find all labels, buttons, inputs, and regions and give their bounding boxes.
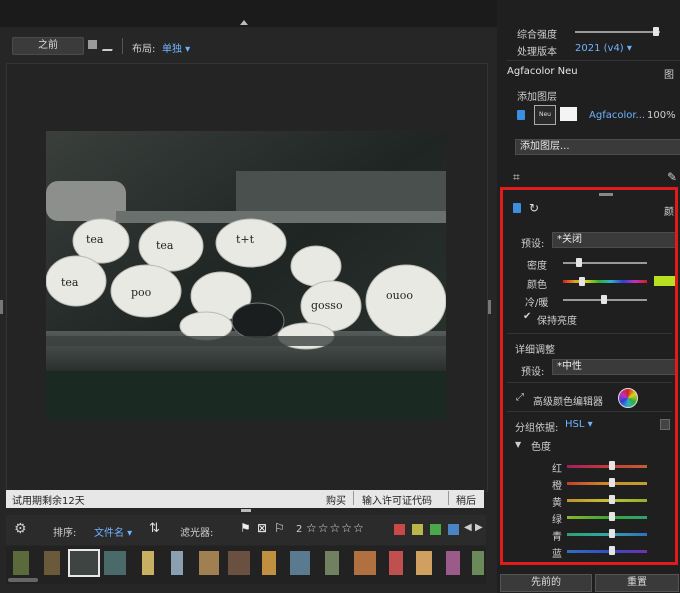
color-tag-green[interactable] [430,524,441,535]
highlight-annotation [500,187,678,565]
filmstrip-thumb[interactable] [142,551,154,575]
left-edge-handle[interactable] [0,300,3,314]
color-tag-red[interactable] [394,524,405,535]
svg-text:tea: tea [61,276,79,289]
previous-button[interactable]: 先前的 [500,574,592,592]
erase-icon[interactable] [101,40,117,51]
svg-text:ouoo: ouoo [386,289,413,302]
process-version-select[interactable]: 2021 (v4) ▾ [575,43,632,54]
overall-strength-knob[interactable] [653,27,659,36]
filmstrip-thumb-selected[interactable] [68,549,100,577]
viewer-toolbar: 之前 布局: 单独 ▾ [6,35,486,57]
crop-icon[interactable]: ⌗ [513,170,520,185]
rating-count: 2 [296,524,303,535]
photo-image: tea tea t+t tea poo gosso ouoo [46,131,446,419]
layout-label: 布局: [132,44,156,55]
film-name: Agfacolor Neu [507,66,578,77]
layer-thumbnail[interactable]: Neu [534,105,556,125]
sort-order-icon[interactable]: ⇅ [149,521,160,536]
film-right-label: 图 [664,70,674,81]
filmstrip-thumb[interactable] [446,551,460,575]
filmstrip-thumb[interactable] [290,551,310,575]
toolbar-divider [122,38,123,54]
status-divider [353,491,354,505]
license-link[interactable]: 输入许可证代码 [362,492,432,507]
collapse-up-icon[interactable] [240,20,248,25]
later-link[interactable]: 稍后 [456,492,476,507]
svg-text:tea: tea [86,233,104,246]
section-divider [507,60,680,61]
filmstrip-scrollbar[interactable] [8,578,38,582]
filmstrip-thumb[interactable] [354,551,376,575]
svg-text:poo: poo [131,286,152,299]
filmstrip-thumb[interactable] [228,551,250,575]
filmstrip-thumb[interactable] [171,551,183,575]
split-view-icon[interactable] [88,40,97,49]
filmstrip-thumb[interactable] [44,551,60,575]
layer-name[interactable]: Agfacolor... [589,110,645,121]
svg-text:gosso: gosso [311,299,343,312]
process-version-label: 处理版本 [517,47,557,58]
gear-icon[interactable]: ⚙ [14,521,27,537]
filmstrip-thumb[interactable] [104,551,126,575]
layer-visibility-icon[interactable] [517,110,525,120]
filmstrip-thumb[interactable] [325,551,339,575]
layer-opacity[interactable]: 100% [647,110,676,121]
filter-bar: ⚙ 排序: 文件名 ▾ ⇅ 滤光器: ⚑ ⊠ ⚐ 2 ☆☆☆☆☆ ◀ ▶ [6,515,486,545]
right-edge-handle[interactable] [488,300,491,314]
sort-select[interactable]: 文件名 ▾ [94,524,132,539]
reset-button[interactable]: 重置 [595,574,679,592]
svg-text:tea: tea [156,239,174,252]
reject-flag-icon[interactable]: ⊠ [257,521,267,535]
filmstrip-thumb[interactable] [416,551,432,575]
filmstrip-thumb[interactable] [262,551,276,575]
buy-link[interactable]: 购买 [326,492,346,507]
color-tag-blue[interactable] [448,524,459,535]
layer-mask-thumbnail[interactable] [560,107,577,121]
filmstrip-thumb[interactable] [199,551,219,575]
flag-icon[interactable]: ⚑ [240,521,251,535]
before-button[interactable]: 之前 [12,37,84,55]
filmstrip-collapse-icon[interactable] [241,509,251,512]
sort-label: 排序: [53,528,77,539]
overall-strength-label: 综合强度 [517,30,557,41]
overall-strength-slider[interactable] [575,31,660,33]
filter-label: 滤光器: [180,528,214,539]
status-bar: 试用期剩余12天 购买 输入许可证代码 稍后 [6,490,484,508]
photo-preview[interactable]: tea tea t+t tea poo gosso ouoo [46,131,446,419]
arrow-right-icon[interactable]: ▶ [475,522,483,533]
add-layer-dropdown[interactable]: 添加图层... [515,139,680,155]
trial-text: 试用期剩余12天 [12,496,85,507]
svg-text:t+t: t+t [236,233,255,246]
filmstrip [6,546,486,584]
layout-select[interactable]: 单独 ▾ [162,40,190,55]
arrow-left-icon[interactable]: ◀ [464,522,472,533]
star-rating-filter[interactable]: ☆☆☆☆☆ [306,521,365,535]
brush-icon[interactable]: ✎ [667,170,677,184]
filmstrip-thumb[interactable] [13,551,29,575]
add-layer-title: 添加图层 [517,92,557,103]
status-divider [448,491,449,505]
color-tag-yellow[interactable] [412,524,423,535]
filmstrip-thumb[interactable] [389,551,403,575]
filmstrip-thumb[interactable] [472,551,484,575]
unflag-icon[interactable]: ⚐ [274,521,285,535]
